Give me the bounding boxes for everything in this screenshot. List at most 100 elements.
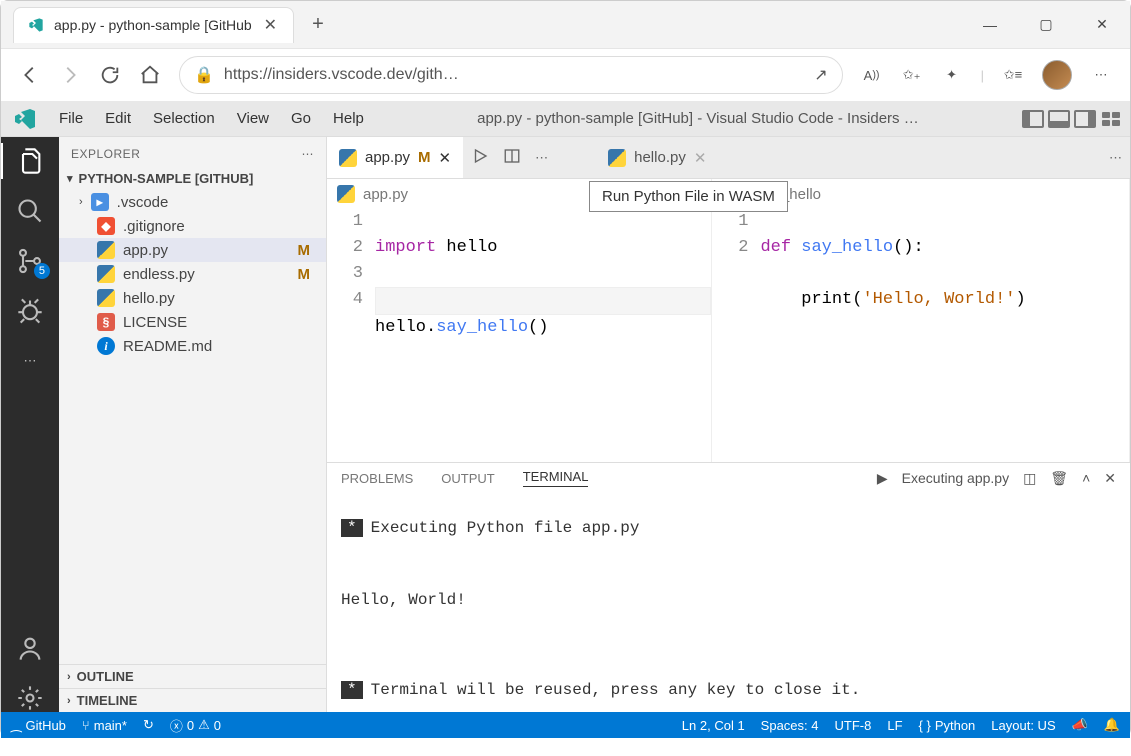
status-eol[interactable]: LF [887,718,902,733]
tab-hello-py[interactable]: hello.py ✕ [596,137,718,178]
terminal-task-label: Executing app.py [902,470,1009,486]
customize-layout-icon[interactable] [1100,110,1122,128]
close-icon[interactable]: ✕ [262,15,279,35]
panel-tab-output[interactable]: OUTPUT [441,471,494,486]
python-icon [97,241,115,259]
close-icon[interactable]: ✕ [694,149,707,167]
panel-tab-problems[interactable]: PROBLEMS [341,471,413,486]
run-tooltip: Run Python File in WASM [589,181,788,212]
file-hello-py[interactable]: hello.py [59,286,326,310]
refresh-button[interactable] [99,64,121,86]
terminal-task-icon[interactable]: ▶ [877,470,888,487]
explorer-more-icon[interactable]: ⋯ [302,147,315,161]
toggle-panel-icon[interactable] [1048,110,1070,128]
editor-area: app.py M ✕ ⋯ hello.py ✕ ⋯ Run Python Fil… [327,137,1130,712]
menu-help[interactable]: Help [323,106,374,131]
status-encoding[interactable]: UTF-8 [835,718,872,733]
source-control-icon[interactable]: 5 [16,247,44,275]
split-terminal-icon[interactable]: ◫ [1023,470,1036,487]
menu-view[interactable]: View [227,106,279,131]
scm-badge: 5 [34,263,50,279]
status-feedback-icon[interactable]: 📣 [1072,717,1088,733]
favorites-icon[interactable]: ✩≡ [1002,64,1024,86]
panel-close-icon[interactable]: ✕ [1104,470,1116,487]
extensions-icon[interactable]: ✦ [941,64,963,86]
python-icon [337,185,355,203]
editor-more-icon[interactable]: ⋯ [1109,150,1122,166]
menu-file[interactable]: File [49,106,93,131]
git-icon: ◆ [97,217,115,235]
status-remote[interactable]: ⁔ GitHub [11,717,66,733]
file-gitignore[interactable]: ◆ .gitignore [59,214,326,238]
status-spaces[interactable]: Spaces: 4 [761,718,819,733]
explorer-sidebar: EXPLORER ⋯ ▾ PYTHON-SAMPLE [GITHUB] ›▸ .… [59,137,327,712]
close-window-button[interactable]: ✕ [1074,1,1130,49]
toggle-secondary-sidebar-icon[interactable] [1074,110,1096,128]
vscode-menubar: File Edit Selection View Go Help app.py … [1,101,1130,137]
close-icon[interactable]: ✕ [439,149,452,167]
kill-terminal-icon[interactable]: 🗑 [1050,470,1068,487]
read-aloud-icon[interactable]: A)) [861,64,883,86]
folder-vscode[interactable]: ›▸ .vscode [59,190,326,214]
home-button[interactable] [139,64,161,86]
folder-root[interactable]: ▾ PYTHON-SAMPLE [GITHUB] [59,167,326,190]
status-layout[interactable]: Layout: US [991,718,1055,733]
code-editor-left[interactable]: 1234 import hello ​ hello.say_hello() [327,209,711,462]
python-icon [97,265,115,283]
explorer-title: EXPLORER [71,147,140,161]
forward-button[interactable] [59,64,81,86]
file-license[interactable]: § LICENSE [59,310,326,334]
browser-tab[interactable]: app.py - python-sample [GitHub ✕ [13,7,294,43]
settings-gear-icon[interactable] [16,684,44,712]
info-icon: i [97,337,115,355]
terminal-output[interactable]: *Executing Python file app.py Hello, Wor… [327,493,1130,743]
explorer-icon[interactable] [16,147,44,175]
menu-edit[interactable]: Edit [95,106,141,131]
browser-titlebar: app.py - python-sample [GitHub ✕ + — ▢ ✕ [1,1,1130,49]
status-language[interactable]: { } Python [919,718,976,733]
open-external-icon[interactable]: ↗ [814,65,827,85]
address-bar[interactable]: 🔒 https://insiders.vscode.dev/gith… ↗ [179,56,843,94]
toggle-sidebar-icon[interactable] [1022,110,1044,128]
browser-tab-title: app.py - python-sample [GitHub [54,17,252,33]
file-endless-py[interactable]: endless.py M [59,262,326,286]
run-button[interactable] [471,147,489,168]
file-app-py[interactable]: app.py M [59,238,326,262]
file-readme[interactable]: i README.md [59,334,326,358]
bottom-panel: PROBLEMS OUTPUT TERMINAL ▶ Executing app… [327,462,1130,712]
search-icon[interactable] [16,197,44,225]
timeline-section[interactable]: ›TIMELINE [59,688,326,712]
more-icon[interactable]: ⋯ [16,347,44,375]
back-button[interactable] [19,64,41,86]
menu-selection[interactable]: Selection [143,106,225,131]
panel-tab-terminal[interactable]: TERMINAL [523,469,589,487]
status-branch[interactable]: ⑂ main* [82,718,127,733]
status-sync[interactable]: ↻ [143,717,154,733]
python-icon [339,149,357,167]
outline-section[interactable]: ›OUTLINE [59,664,326,688]
url-text: https://insiders.vscode.dev/gith… [224,66,804,84]
browser-menu-icon[interactable]: ⋯ [1090,64,1112,86]
folder-icon: ▸ [91,193,109,211]
menu-go[interactable]: Go [281,106,321,131]
split-editor-icon[interactable] [503,147,521,168]
python-icon [97,289,115,307]
maximize-button[interactable]: ▢ [1018,1,1074,49]
panel-maximize-icon[interactable]: ˄ [1082,470,1090,486]
status-errors[interactable]: ⓧ 0 ⚠ 0 [170,716,221,735]
code-editor-right[interactable]: 12 def say_hello(): print('Hello, World!… [712,209,1129,462]
tab-app-py[interactable]: app.py M ✕ [327,137,463,178]
lock-icon: 🔒 [194,65,214,85]
profile-avatar[interactable] [1042,60,1072,90]
python-icon [608,149,626,167]
account-icon[interactable] [16,634,44,662]
new-tab-button[interactable]: + [302,13,334,36]
file-tree: ›▸ .vscode ◆ .gitignore app.py M endless… [59,190,326,664]
debug-icon[interactable] [16,297,44,325]
status-notifications-icon[interactable]: 🔔 [1104,717,1120,733]
vscode-logo-icon [13,107,37,131]
status-cursor[interactable]: Ln 2, Col 1 [682,718,745,733]
tab-more-icon[interactable]: ⋯ [535,150,548,166]
favorite-add-icon[interactable]: ✩₊ [901,64,923,86]
minimize-button[interactable]: — [962,1,1018,49]
